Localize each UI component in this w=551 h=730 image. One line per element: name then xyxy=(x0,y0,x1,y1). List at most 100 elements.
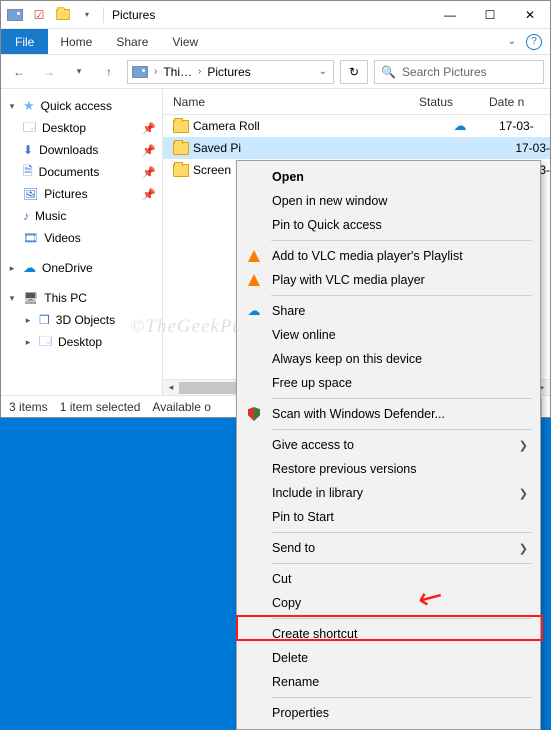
chevron-right-icon[interactable]: ▸ xyxy=(23,315,33,326)
breadcrumb-current[interactable]: Pictures xyxy=(207,65,250,79)
ctx-open[interactable]: Open xyxy=(239,165,538,189)
pictures-icon: 🖼 xyxy=(23,187,38,201)
close-button[interactable]: ✕ xyxy=(510,1,550,29)
refresh-button[interactable]: ↻ xyxy=(340,60,368,84)
nav-label: Desktop xyxy=(58,335,102,349)
qat-properties-icon[interactable]: ☑ xyxy=(29,5,49,25)
ctx-create-shortcut[interactable]: Create shortcut xyxy=(239,622,538,646)
ctx-free-up[interactable]: Free up space xyxy=(239,371,538,395)
pc-icon: 🖥 xyxy=(23,291,38,305)
column-name[interactable]: Name xyxy=(169,95,419,109)
nav-music[interactable]: ♪ Music xyxy=(1,205,162,227)
shield-icon xyxy=(245,407,263,421)
file-row-selected[interactable]: Saved Pi 17-03- xyxy=(163,137,550,159)
ctx-send-to[interactable]: Send to❯ xyxy=(239,536,538,560)
chevron-right-icon[interactable]: › xyxy=(152,66,159,77)
pin-icon: 📌 xyxy=(142,188,156,201)
quick-access-toolbar: ☑ ▾ xyxy=(1,5,106,25)
chevron-down-icon[interactable]: ▾ xyxy=(7,101,17,112)
column-status[interactable]: Status xyxy=(419,95,489,109)
chevron-down-icon[interactable]: ⌄ xyxy=(317,66,329,77)
chevron-right-icon[interactable]: ▸ xyxy=(23,337,33,348)
nav-this-pc[interactable]: ▾ 🖥 This PC xyxy=(1,287,162,309)
file-row[interactable]: Camera Roll ☁ 17-03- xyxy=(163,115,550,137)
ctx-vlc-play[interactable]: Play with VLC media player xyxy=(239,268,538,292)
pin-icon: 📌 xyxy=(142,166,156,179)
minimize-button[interactable]: — xyxy=(430,1,470,29)
nav-videos[interactable]: 🎞 Videos xyxy=(1,227,162,249)
ctx-scan-defender[interactable]: Scan with Windows Defender... xyxy=(239,402,538,426)
pin-icon: 📌 xyxy=(142,144,156,157)
nav-desktop-pc[interactable]: ▸ 🗔 Desktop xyxy=(1,331,162,353)
nav-label: OneDrive xyxy=(42,261,93,275)
ctx-properties[interactable]: Properties xyxy=(239,701,538,725)
cloud-icon: ☁ xyxy=(245,303,263,319)
ctx-always-keep[interactable]: Always keep on this device xyxy=(239,347,538,371)
ctx-include-in-library[interactable]: Include in library❯ xyxy=(239,481,538,505)
app-icon[interactable] xyxy=(5,5,25,25)
chevron-right-icon[interactable]: › xyxy=(196,66,203,77)
folder-icon xyxy=(173,164,189,177)
column-date[interactable]: Date n xyxy=(489,95,550,109)
folder-icon xyxy=(173,142,189,155)
ctx-rename[interactable]: Rename xyxy=(239,670,538,694)
ctx-cut[interactable]: Cut xyxy=(239,567,538,591)
ctx-open-in-new-window[interactable]: Open in new window xyxy=(239,189,538,213)
qat-dropdown-icon[interactable]: ▾ xyxy=(77,5,97,25)
ribbon-view-tab[interactable]: View xyxy=(160,30,210,54)
desktop-icon: 🗔 xyxy=(23,118,36,139)
status-availability: Available o xyxy=(152,400,211,414)
search-icon: 🔍 xyxy=(381,65,396,79)
ctx-restore-previous[interactable]: Restore previous versions xyxy=(239,457,538,481)
search-input[interactable]: 🔍 Search Pictures xyxy=(374,60,544,84)
ctx-give-access-to[interactable]: Give access to❯ xyxy=(239,433,538,457)
nav-desktop[interactable]: 🗔 Desktop 📌 xyxy=(1,117,162,139)
ctx-view-online[interactable]: View online xyxy=(239,323,538,347)
title-bar: ☑ ▾ Pictures — ☐ ✕ xyxy=(1,1,550,29)
objects3d-icon: ❒ xyxy=(39,313,50,327)
scroll-left-icon[interactable]: ◂ xyxy=(163,380,179,395)
nav-label: Desktop xyxy=(42,121,86,135)
chevron-right-icon: ❯ xyxy=(519,542,528,555)
nav-up-button[interactable]: ↑ xyxy=(97,60,121,84)
nav-label: 3D Objects xyxy=(56,313,115,327)
nav-documents[interactable]: 🗎 Documents 📌 xyxy=(1,161,162,183)
ctx-pin-quick-access[interactable]: Pin to Quick access xyxy=(239,213,538,237)
ribbon-expand-icon[interactable]: ⌄ xyxy=(508,36,516,47)
nav-onedrive[interactable]: ▸ ☁ OneDrive xyxy=(1,257,162,279)
nav-quick-access[interactable]: ▾ ★ Quick access xyxy=(1,95,162,117)
breadcrumb-root[interactable]: Thi… xyxy=(163,65,192,79)
nav-label: Music xyxy=(35,209,66,223)
nav-back-button[interactable]: ← xyxy=(7,60,31,84)
maximize-button[interactable]: ☐ xyxy=(470,1,510,29)
downloads-icon: ⬇ xyxy=(23,143,33,157)
search-placeholder: Search Pictures xyxy=(402,65,487,79)
qat-newfolder-icon[interactable] xyxy=(53,5,73,25)
ribbon-home-tab[interactable]: Home xyxy=(48,30,104,54)
ribbon-file-tab[interactable]: File xyxy=(1,29,48,54)
column-headers: Name Status Date n xyxy=(163,89,550,115)
ctx-share[interactable]: ☁Share xyxy=(239,299,538,323)
folder-icon xyxy=(173,120,189,133)
breadcrumb[interactable]: › Thi… › Pictures ⌄ xyxy=(127,60,334,84)
nav-downloads[interactable]: ⬇ Downloads 📌 xyxy=(1,139,162,161)
chevron-right-icon[interactable]: ▸ xyxy=(7,263,17,274)
ctx-separator xyxy=(271,398,532,399)
ctx-delete[interactable]: Delete xyxy=(239,646,538,670)
window-title: Pictures xyxy=(112,8,155,22)
chevron-down-icon[interactable]: ▾ xyxy=(7,293,17,304)
help-icon[interactable]: ? xyxy=(526,34,542,50)
nav-forward-button[interactable]: → xyxy=(37,60,61,84)
ctx-vlc-add[interactable]: Add to VLC media player's Playlist xyxy=(239,244,538,268)
folder-location-icon xyxy=(132,66,148,78)
ctx-separator xyxy=(271,697,532,698)
ribbon-share-tab[interactable]: Share xyxy=(104,30,160,54)
ctx-copy[interactable]: Copy xyxy=(239,591,538,615)
ctx-pin-to-start[interactable]: Pin to Start xyxy=(239,505,538,529)
context-menu: Open Open in new window Pin to Quick acc… xyxy=(236,160,541,730)
navigation-pane: ▾ ★ Quick access 🗔 Desktop 📌 ⬇ Downloads… xyxy=(1,89,163,395)
nav-pictures[interactable]: 🖼 Pictures 📌 xyxy=(1,183,162,205)
nav-recent-dropdown[interactable]: ▾ xyxy=(67,60,91,84)
file-date: 17-03- xyxy=(499,119,550,133)
nav-3d-objects[interactable]: ▸ ❒ 3D Objects xyxy=(1,309,162,331)
